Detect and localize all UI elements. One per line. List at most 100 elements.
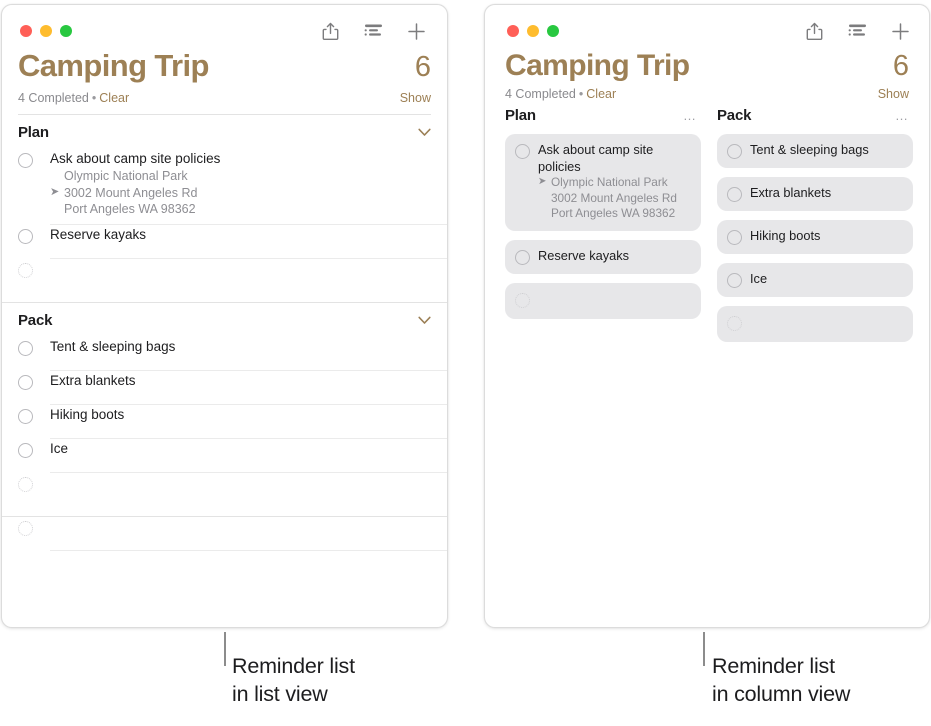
reminder-card[interactable]: Extra blankets	[717, 177, 913, 211]
list-view-icon[interactable]	[847, 20, 868, 42]
reminder-card[interactable]: Ice	[717, 263, 913, 297]
header-divider	[18, 114, 431, 115]
reminder-checkbox[interactable]	[18, 153, 33, 168]
row-separator	[50, 550, 447, 552]
reminder-checkbox[interactable]	[727, 273, 742, 288]
page-title: Camping Trip	[18, 48, 209, 83]
caption-line: Reminder list	[712, 654, 835, 678]
toolbar	[320, 20, 427, 42]
reminder-checkbox[interactable]	[18, 341, 33, 357]
list-view-icon[interactable]	[363, 20, 384, 42]
new-reminder-circle-icon[interactable]	[727, 316, 742, 331]
close-button[interactable]	[20, 25, 32, 37]
reminder-checkbox[interactable]	[515, 144, 530, 159]
clear-button[interactable]: Clear	[586, 87, 616, 101]
reminder-title: Ask about camp site policies	[538, 142, 654, 174]
reminder-card[interactable]	[717, 306, 913, 342]
column-title: Plan	[505, 107, 536, 124]
reminder-body: Hiking boots	[750, 228, 903, 245]
column-menu-icon[interactable]: …	[895, 109, 909, 122]
reminder-card[interactable]: Ask about camp site policies ➤ Olympic Nat…	[505, 134, 701, 231]
reminder-title: Reserve kayaks	[538, 247, 630, 263]
caption-list-view: Reminder list in list view	[232, 653, 355, 708]
reminder-body: Ask about camp site policies Olympic Nati…	[50, 149, 447, 225]
reminder-column: Pack … Tent & sleeping bags Extra blankets H…	[717, 107, 913, 351]
reminder-checkbox[interactable]	[18, 409, 33, 425]
minimize-button[interactable]	[40, 25, 52, 37]
reminder-title: Ice	[50, 441, 69, 457]
completed-summary: 4 Completed • Clear	[18, 91, 129, 105]
reminder-body	[50, 517, 447, 525]
close-button[interactable]	[507, 25, 519, 37]
leader-line-list-view	[224, 632, 226, 666]
reminder-checkbox[interactable]	[515, 249, 530, 265]
reminder-body	[50, 259, 447, 267]
reminder-row[interactable]	[2, 473, 447, 507]
reminder-checkbox[interactable]	[727, 187, 742, 202]
reminder-sub-line: ➤ Olympic National Park	[537, 175, 668, 190]
caption-line: in column view	[712, 681, 851, 706]
reminder-body: Extra blankets	[750, 185, 903, 202]
zoom-button[interactable]	[547, 25, 559, 37]
column-menu-icon[interactable]: …	[683, 109, 697, 122]
reminder-card[interactable]	[505, 282, 701, 319]
show-completed-button[interactable]: Show	[400, 91, 431, 105]
add-reminder-icon[interactable]	[890, 20, 911, 42]
reminder-checkbox[interactable]	[18, 443, 33, 459]
chevron-down-icon[interactable]	[418, 316, 431, 325]
reminder-title: Reserve kayaks	[50, 227, 147, 243]
reminder-row[interactable]: Reserve kayaks	[2, 225, 447, 260]
reminders-window-list-view: Camping Trip 6 4 Completed • Clear Show Pl…	[1, 4, 448, 628]
add-reminder-icon[interactable]	[406, 20, 427, 42]
reminder-count: 6	[892, 50, 909, 82]
reminder-checkbox[interactable]	[18, 229, 33, 245]
clear-button[interactable]: Clear	[99, 91, 129, 105]
meta-separator: •	[578, 87, 584, 101]
section-header[interactable]: Plan	[2, 115, 447, 149]
reminder-checkbox[interactable]	[727, 230, 742, 245]
reminder-body: Reserve kayaks	[50, 225, 447, 251]
reminder-row[interactable]: Hiking boots	[2, 405, 447, 440]
reminder-body: Ask about camp site policies ➤ Olympic Nat…	[538, 142, 691, 222]
meta-separator: •	[91, 91, 97, 105]
list-header: Camping Trip 6 4 Completed • Clear Show	[485, 49, 929, 101]
reminder-row[interactable]	[2, 517, 447, 552]
section-title: Plan	[18, 124, 49, 141]
chevron-down-icon[interactable]	[418, 128, 431, 137]
reminder-sub-line: 3002 Mount Angeles Rd	[551, 190, 677, 205]
reminder-row[interactable]: Tent & sleeping bags	[2, 337, 447, 372]
section-title: Pack	[18, 312, 53, 330]
section-header[interactable]: Pack	[2, 303, 447, 337]
reminder-card[interactable]: Reserve kayaks	[505, 239, 701, 274]
traffic-lights	[507, 25, 559, 37]
show-completed-button[interactable]: Show	[878, 87, 909, 101]
reminder-title: Extra blankets	[750, 185, 832, 200]
column-header: Plan …	[505, 107, 701, 134]
titlebar	[485, 5, 929, 49]
reminder-checkbox[interactable]	[18, 375, 33, 391]
reminder-body: Hiking boots	[50, 405, 447, 431]
list-header: Camping Trip 6 4 Completed • Clear Show	[2, 48, 447, 115]
zoom-button[interactable]	[60, 25, 72, 37]
new-reminder-circle-icon[interactable]	[515, 292, 530, 308]
reminder-body: Tent & sleeping bags	[750, 142, 903, 159]
share-icon[interactable]	[804, 20, 825, 42]
share-icon[interactable]	[320, 20, 341, 42]
leader-line-column-view	[703, 632, 705, 666]
minimize-button[interactable]	[527, 25, 539, 37]
reminder-card[interactable]: Hiking boots	[717, 220, 913, 254]
reminder-checkbox[interactable]	[727, 144, 742, 159]
reminder-count: 6	[414, 51, 431, 83]
new-reminder-circle-icon[interactable]	[18, 477, 33, 493]
reminder-row[interactable]: Ice	[2, 439, 447, 474]
reminder-sections: Plan Ask about camp site policies Olympic …	[2, 115, 447, 552]
reminder-card[interactable]: Tent & sleeping bags	[717, 134, 913, 168]
reminder-row[interactable]: Extra blankets	[2, 371, 447, 406]
new-reminder-circle-icon[interactable]	[18, 521, 33, 537]
reminder-body: Tent & sleeping bags	[50, 337, 447, 363]
location-arrow-icon: ➤	[49, 185, 60, 199]
new-reminder-circle-icon[interactable]	[18, 263, 33, 279]
reminder-title: Ice	[750, 271, 768, 286]
reminder-row[interactable]	[2, 259, 447, 293]
reminder-row[interactable]: Ask about camp site policies Olympic Nati…	[2, 149, 447, 226]
